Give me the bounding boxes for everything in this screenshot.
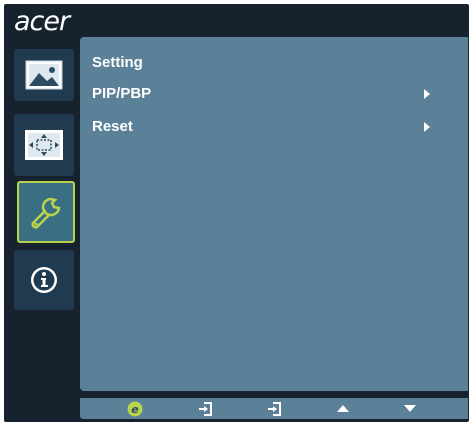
menu-item-label: Setting [92,54,143,71]
menu-item-pip-pbp[interactable]: PIP/PBP [92,83,448,105]
tab-picture[interactable] [14,49,74,101]
e-key-icon: e [127,401,143,417]
menu-item-label: Reset [92,118,133,135]
tab-information[interactable] [14,250,74,310]
information-icon [29,265,59,295]
e-key-button[interactable]: e [123,398,147,419]
menu-item-reset[interactable]: Reset [92,116,448,138]
display-position-icon [24,129,64,161]
menu-item-setting[interactable]: Setting [92,52,448,74]
up-button[interactable] [331,398,355,419]
wrench-setting-icon [27,193,65,231]
input-button[interactable] [193,398,217,419]
osd-frame: acer Setting PIP/PBP Reset e [4,4,469,422]
chevron-right-icon [424,122,430,132]
acer-logo: acer [14,6,70,37]
exit-icon [267,401,281,416]
down-button[interactable] [398,398,422,419]
up-arrow-icon [337,404,349,413]
tab-setting[interactable] [17,181,75,243]
button-bar: e [80,398,468,419]
exit-button[interactable] [262,398,286,419]
picture-icon [25,60,63,90]
down-arrow-icon [404,404,416,413]
menu-panel: Setting PIP/PBP Reset [80,37,468,391]
input-icon [198,401,212,416]
svg-text:e: e [131,403,139,416]
tab-display[interactable] [14,114,74,176]
chevron-right-icon [424,89,430,99]
menu-item-label: PIP/PBP [92,85,152,102]
